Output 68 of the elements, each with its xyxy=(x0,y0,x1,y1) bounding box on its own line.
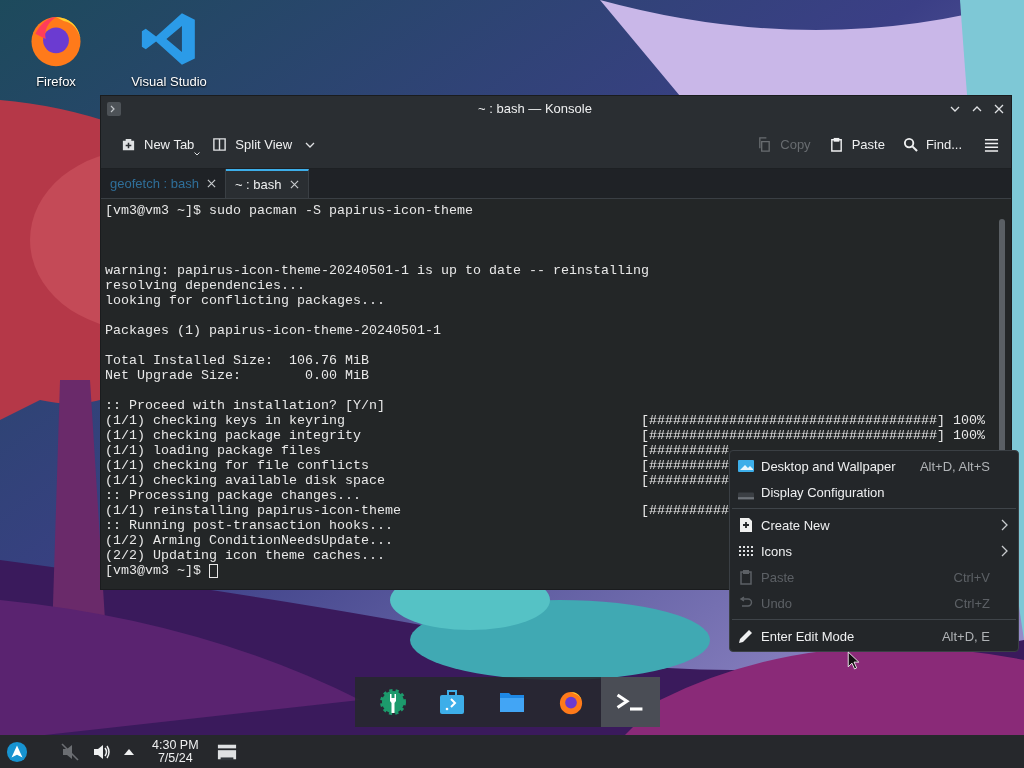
terminal-icon xyxy=(107,101,121,116)
menu-item[interactable]: Create New xyxy=(730,512,1018,538)
terminal-line: :: Processing package changes... xyxy=(105,488,361,503)
clipboard-icon xyxy=(738,569,754,585)
mouse-pointer-icon xyxy=(847,651,860,670)
wrench-gear-icon xyxy=(378,688,407,716)
terminal-line: :: Running post-transaction hooks... xyxy=(105,518,393,533)
terminal-line: Packages (1) papirus-icon-theme-20240501-1 xyxy=(105,323,441,338)
clipboard-icon xyxy=(828,137,844,152)
progress-text: [####################################] 100% xyxy=(641,428,985,443)
pencil-icon xyxy=(738,628,754,644)
window-title: ~ : bash — Konsole xyxy=(477,101,593,116)
progress-text: [####################################] 100% xyxy=(641,413,985,428)
terminal-line: (1/2) Arming ConditionNeedsUpdate... xyxy=(105,533,393,548)
muted-microphone-icon[interactable] xyxy=(60,741,80,762)
caret-icon xyxy=(194,152,201,156)
terminal-line: (1/1) loading package files xyxy=(105,443,322,458)
toolbar-button[interactable]: Find... xyxy=(896,133,968,156)
desktop-icon-label[interactable]: Visual Studio xyxy=(131,74,207,89)
terminal-line: (1/1) checking available disk space xyxy=(105,473,386,488)
terminal-line: looking for conflicting packages... xyxy=(105,293,385,308)
shortcut-text: Ctrl+V xyxy=(953,569,991,585)
close-icon[interactable] xyxy=(289,180,299,189)
menu-item[interactable]: Display Configuration xyxy=(730,479,1018,505)
shortcut-text: Alt+D, Alt+S xyxy=(919,458,991,474)
shortcut-text: Ctrl+Z xyxy=(954,595,991,611)
new-tab-icon xyxy=(121,137,136,152)
terminal-line: [vm3@vm3 ~]$ xyxy=(105,563,202,578)
clock[interactable]: 4:30 PM 7/5/24 xyxy=(146,738,205,765)
menu-item[interactable]: Enter Edit Mode Alt+D, E xyxy=(730,623,1018,649)
progress-text: [########## xyxy=(641,503,729,518)
terminal-line: (2/2) Updating icon theme caches... xyxy=(105,548,385,563)
terminal-line: Net Upgrade Size: 0.00 MiB xyxy=(105,368,369,383)
terminal-line: (1/1) reinstalling papirus-icon-theme xyxy=(105,503,402,518)
search-icon xyxy=(902,137,918,152)
menu-item[interactable]: Desktop and Wallpaper Alt+D, Alt+S xyxy=(730,453,1018,479)
shortcut-text: Alt+D, E xyxy=(941,628,991,644)
toolbar-button[interactable]: Paste xyxy=(822,133,891,156)
terminal-line: warning: papirus-icon-theme-20240501-1 is up to date -- reinstalling xyxy=(105,263,649,278)
clock-date: 7/5/24 xyxy=(157,751,193,765)
wallpaper-icon xyxy=(738,458,754,474)
launcher-icon[interactable] xyxy=(6,740,28,763)
close-icon[interactable] xyxy=(993,102,1005,115)
toolbar-button[interactable]: Split View xyxy=(206,133,323,156)
copy-icon xyxy=(757,137,773,152)
tab[interactable]: ~ : bash xyxy=(225,169,309,198)
progress-text: [########## xyxy=(641,458,729,473)
split-view-icon xyxy=(212,137,228,152)
clock-time: 4:30 PM xyxy=(152,738,199,752)
terminal-line: :: Proceed with installation? [Y/n] xyxy=(105,398,385,413)
dock-item[interactable] xyxy=(600,677,661,727)
terminal-line: (1/1) checking for file conflicts xyxy=(105,458,370,473)
new-file-icon xyxy=(738,517,754,533)
grid-icon xyxy=(738,543,754,559)
terminal-line: Total Installed Size: 106.76 MiB xyxy=(105,353,369,368)
progress-text: [########## xyxy=(641,473,729,488)
menu-icon[interactable] xyxy=(984,136,999,153)
shopping-bag-icon xyxy=(438,688,467,716)
tray-expand-icon[interactable] xyxy=(124,748,134,755)
terminal-line: (1/1) checking keys in keyring xyxy=(105,413,346,428)
terminal-line: resolving dependencies... xyxy=(105,278,305,293)
menu-item[interactable]: Icons xyxy=(730,538,1018,564)
toolbar-button[interactable]: New Tab xyxy=(115,133,201,156)
desktop-icon-label[interactable]: Firefox xyxy=(36,74,76,89)
terminal-line: (1/1) checking package integrity xyxy=(105,428,362,443)
close-icon[interactable] xyxy=(206,179,216,188)
progress-text: [########## xyxy=(641,443,729,458)
terminal-line: [vm3@vm3 ~]$ sudo pacman -S papirus-icon-theme xyxy=(105,203,473,218)
